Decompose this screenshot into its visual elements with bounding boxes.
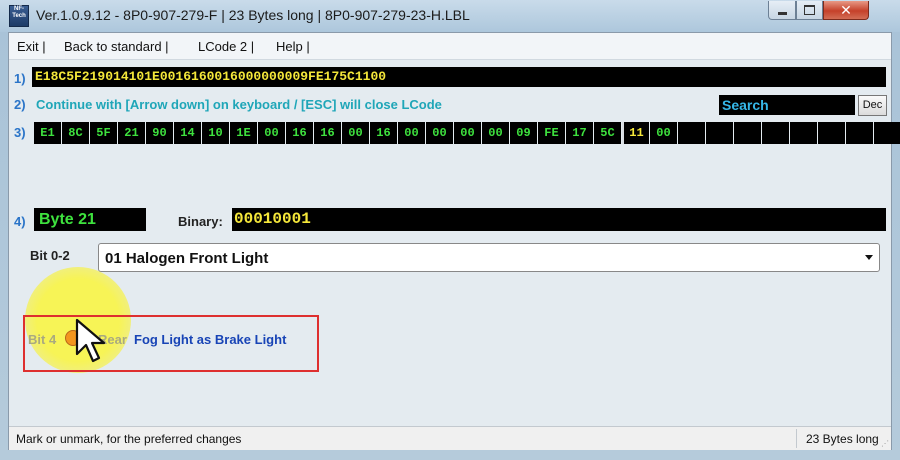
menu-bar: Exit | Back to standard | LCode 2 | Help… bbox=[9, 33, 891, 60]
byte-cell[interactable]: 00 bbox=[342, 122, 369, 144]
byte-cell[interactable]: 16 bbox=[370, 122, 397, 144]
binary-value-field: 00010001 bbox=[232, 208, 886, 231]
menu-back-to-standard[interactable]: Back to standard | bbox=[64, 39, 169, 54]
lcode-value-field[interactable]: E18C5F219014101E0016160016000000009FE175… bbox=[32, 67, 886, 87]
byte-cell[interactable]: 16 bbox=[314, 122, 341, 144]
byte-cell[interactable]: 17 bbox=[566, 122, 593, 144]
close-button[interactable]: ✕ bbox=[823, 1, 869, 20]
close-icon: ✕ bbox=[840, 2, 852, 18]
byte-cell[interactable] bbox=[818, 122, 845, 144]
status-message: Mark or unmark, for the preferred change… bbox=[16, 432, 242, 446]
client-area: Exit | Back to standard | LCode 2 | Help… bbox=[8, 32, 900, 450]
keyboard-hint: Continue with [Arrow down] on keyboard /… bbox=[36, 97, 442, 112]
status-bar: Mark or unmark, for the preferred change… bbox=[9, 426, 891, 450]
byte-cell[interactable] bbox=[734, 122, 761, 144]
byte-cell[interactable]: 10 bbox=[202, 122, 229, 144]
bit-0-2-dropdown[interactable]: 01 Halogen Front Light bbox=[98, 243, 880, 272]
row-number-2: 2) bbox=[14, 97, 26, 112]
menu-help[interactable]: Help | bbox=[276, 39, 310, 54]
byte-cell[interactable] bbox=[790, 122, 817, 144]
byte-cell[interactable] bbox=[678, 122, 705, 144]
resize-grip-icon[interactable]: ⋰ bbox=[881, 439, 889, 448]
search-input[interactable]: Search bbox=[719, 95, 855, 115]
byte-cell[interactable]: 16 bbox=[286, 122, 313, 144]
byte-cell[interactable] bbox=[762, 122, 789, 144]
byte-cell[interactable]: 00 bbox=[650, 122, 677, 144]
byte-cell[interactable]: 00 bbox=[426, 122, 453, 144]
dec-button[interactable]: Dec bbox=[858, 95, 887, 116]
byte-cell[interactable] bbox=[846, 122, 873, 144]
dropdown-selected-value: 01 Halogen Front Light bbox=[105, 250, 269, 267]
status-byte-count: 23 Bytes long bbox=[806, 432, 879, 446]
mouse-pointer-icon bbox=[75, 318, 106, 363]
byte-cell[interactable] bbox=[706, 122, 733, 144]
byte-cell[interactable]: 11 bbox=[622, 122, 649, 144]
selected-byte-label: Byte 21 bbox=[34, 208, 146, 231]
row-number-1: 1) bbox=[14, 71, 26, 86]
bit-4-label: Bit 4 bbox=[28, 332, 57, 347]
maximize-button[interactable] bbox=[796, 1, 823, 20]
byte-cell[interactable]: 00 bbox=[258, 122, 285, 144]
byte-cell[interactable]: E1 bbox=[34, 122, 61, 144]
row-number-3: 3) bbox=[14, 125, 26, 140]
byte-cell[interactable]: 5F bbox=[90, 122, 117, 144]
byte-cell[interactable]: 14 bbox=[174, 122, 201, 144]
row-number-4: 4) bbox=[14, 214, 26, 229]
byte-cells: E1 8C 5F 21 90 14 10 1E 00 16 16 00 16 00 00 00 00 09 FE 17… bbox=[34, 122, 900, 144]
byte-cell[interactable]: 8C bbox=[62, 122, 89, 144]
bit-0-2-label: Bit 0-2 bbox=[30, 248, 70, 263]
window-title: Ver.1.0.9.12 - 8P0-907-279-F | 23 Bytes … bbox=[36, 7, 470, 23]
byte-cell[interactable]: 1E bbox=[230, 122, 257, 144]
app-window: NF-Tech Ver.1.0.9.12 - 8P0-907-279-F | 2… bbox=[0, 0, 900, 460]
status-divider bbox=[796, 429, 797, 448]
byte-cell[interactable] bbox=[874, 122, 900, 144]
minimize-button[interactable] bbox=[768, 1, 796, 20]
binary-label: Binary: bbox=[178, 214, 223, 229]
maximize-icon bbox=[804, 5, 815, 15]
byte-cell[interactable]: 00 bbox=[454, 122, 481, 144]
bit-4-option-label[interactable]: Fog Light as Brake Light bbox=[134, 332, 286, 347]
minimize-icon bbox=[777, 11, 787, 15]
byte-cell[interactable]: 00 bbox=[482, 122, 509, 144]
byte-cell[interactable]: 90 bbox=[146, 122, 173, 144]
byte-cell[interactable]: 09 bbox=[510, 122, 537, 144]
menu-exit[interactable]: Exit | bbox=[17, 39, 46, 54]
byte-cell[interactable]: 00 bbox=[398, 122, 425, 144]
menu-lcode-2[interactable]: LCode 2 | bbox=[198, 39, 254, 54]
byte-cell[interactable]: 21 bbox=[118, 122, 145, 144]
chevron-down-icon bbox=[865, 255, 873, 260]
app-logo-icon: NF-Tech bbox=[9, 5, 29, 27]
byte-cell[interactable]: 5C bbox=[594, 122, 621, 144]
title-bar[interactable]: NF-Tech Ver.1.0.9.12 - 8P0-907-279-F | 2… bbox=[0, 0, 900, 32]
byte-cell[interactable]: FE bbox=[538, 122, 565, 144]
